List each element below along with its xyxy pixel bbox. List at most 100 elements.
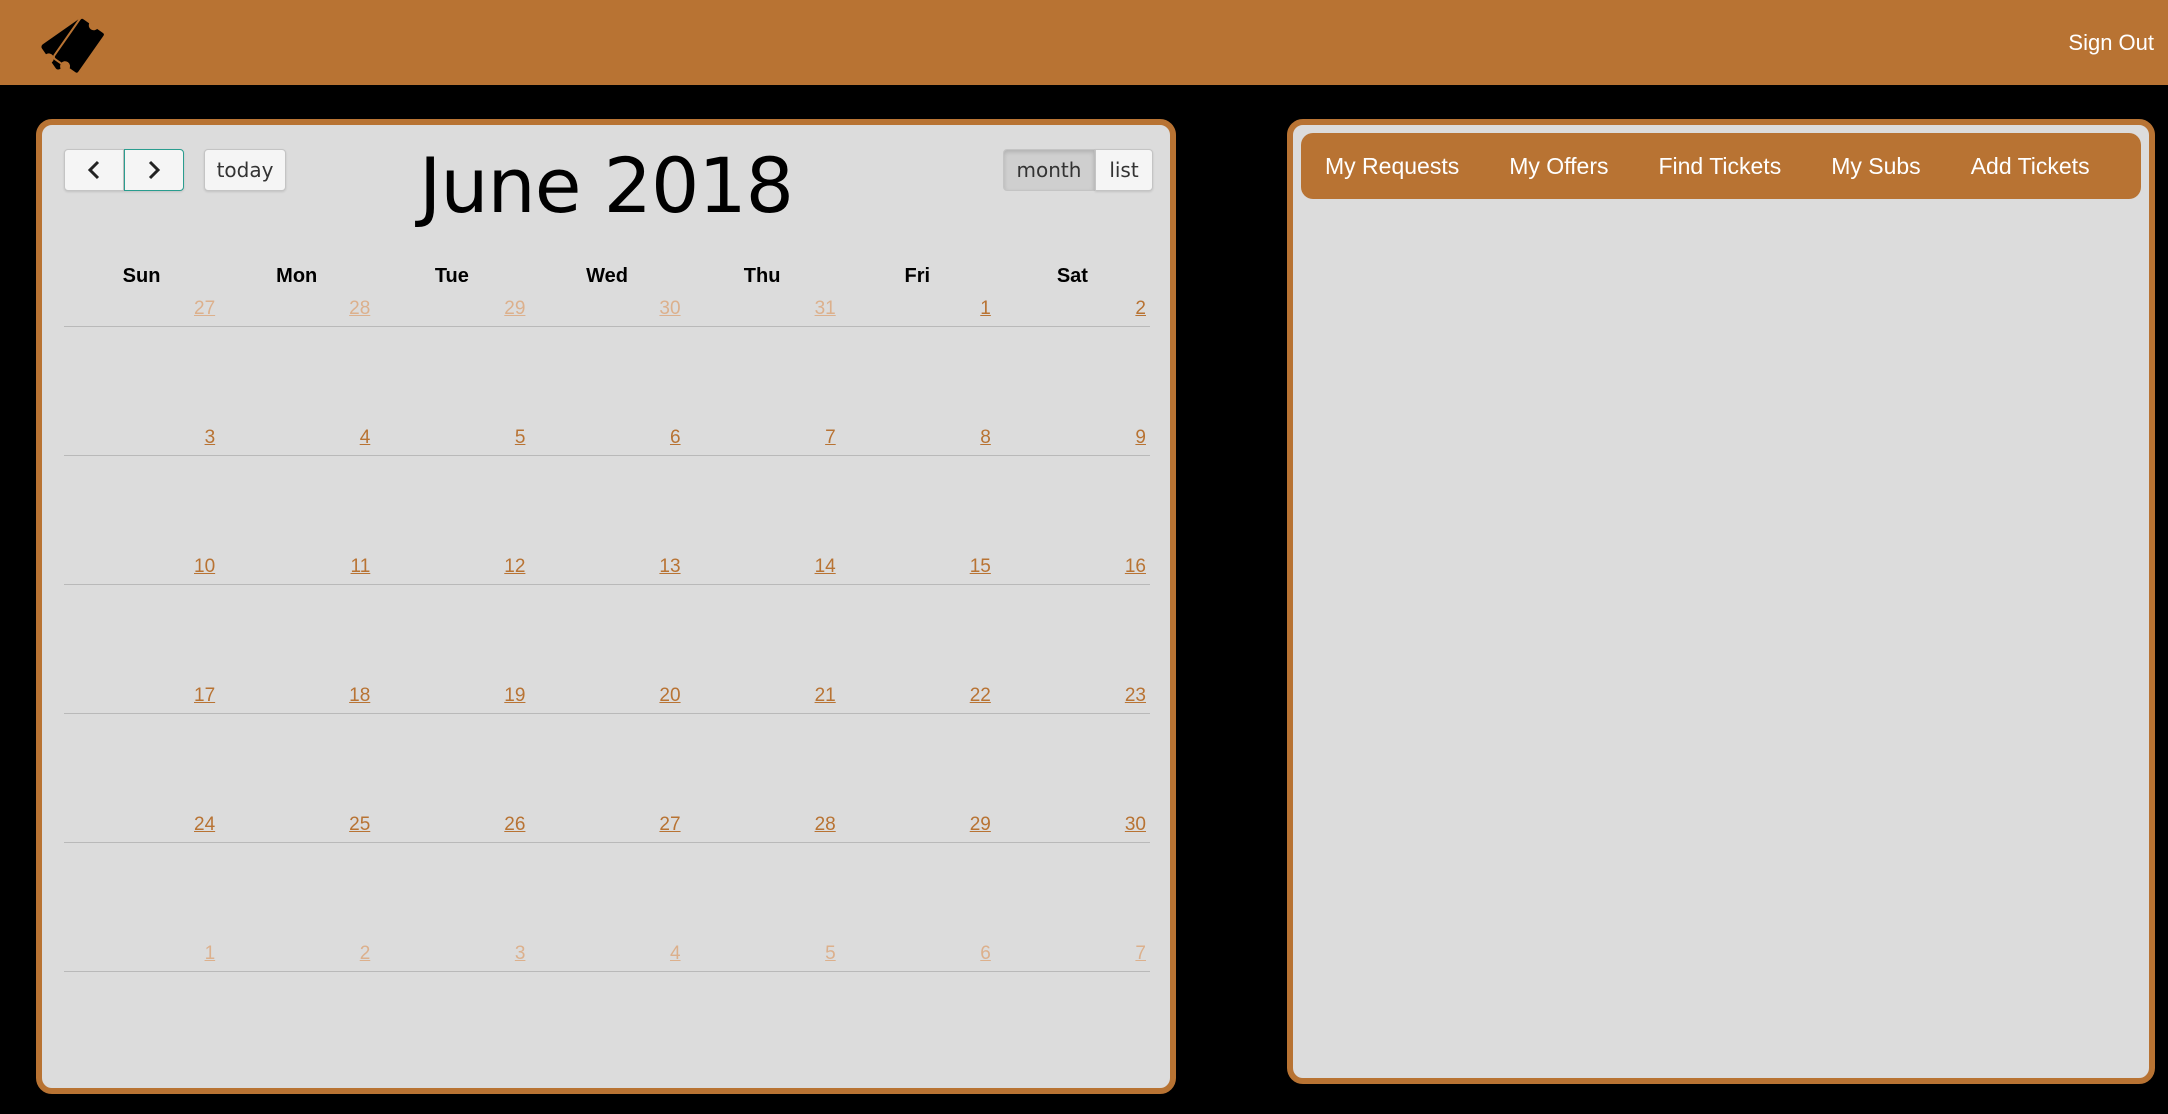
- tab-my-requests[interactable]: My Requests: [1325, 153, 1459, 180]
- calendar-day-cell[interactable]: 7: [685, 424, 840, 455]
- tab-my-offers[interactable]: My Offers: [1509, 153, 1608, 180]
- calendar-title: June 2018: [418, 141, 794, 230]
- day-number-link[interactable]: 28: [349, 298, 370, 319]
- day-number-link[interactable]: 29: [970, 814, 991, 835]
- calendar-day-cell[interactable]: 28: [685, 811, 840, 842]
- tab-add-tickets[interactable]: Add Tickets: [1971, 153, 2090, 180]
- day-number-link[interactable]: 5: [825, 943, 836, 964]
- calendar-day-cell[interactable]: 17: [64, 682, 219, 713]
- calendar-day-cell[interactable]: 3: [374, 940, 529, 971]
- calendar-day-cell[interactable]: 29: [374, 295, 529, 326]
- day-number-link[interactable]: 28: [815, 814, 836, 835]
- calendar-day-cell[interactable]: 24: [64, 811, 219, 842]
- day-number-link[interactable]: 30: [659, 298, 680, 319]
- day-number-link[interactable]: 22: [970, 685, 991, 706]
- day-number-link[interactable]: 25: [349, 814, 370, 835]
- day-number-link[interactable]: 26: [504, 814, 525, 835]
- calendar-day-cell[interactable]: 4: [529, 940, 684, 971]
- calendar-day-cell[interactable]: 2: [995, 295, 1150, 326]
- day-number-link[interactable]: 29: [504, 298, 525, 319]
- tab-my-subs[interactable]: My Subs: [1831, 153, 1920, 180]
- day-number-link[interactable]: 1: [205, 943, 216, 964]
- calendar-day-cell[interactable]: 14: [685, 553, 840, 584]
- calendar-day-cell[interactable]: 20: [529, 682, 684, 713]
- day-number-link[interactable]: 30: [1125, 814, 1146, 835]
- day-number-link[interactable]: 7: [1135, 943, 1146, 964]
- calendar-day-cell[interactable]: 29: [840, 811, 995, 842]
- calendar-day-cell[interactable]: 8: [840, 424, 995, 455]
- day-number-link[interactable]: 3: [205, 427, 216, 448]
- calendar-day-cell[interactable]: 27: [529, 811, 684, 842]
- day-number-link[interactable]: 9: [1135, 427, 1146, 448]
- day-number-link[interactable]: 7: [825, 427, 836, 448]
- day-number-link[interactable]: 27: [659, 814, 680, 835]
- day-number-link[interactable]: 3: [515, 943, 526, 964]
- calendar-day-cell[interactable]: 5: [685, 940, 840, 971]
- tickets-icon[interactable]: [34, 6, 114, 78]
- calendar-day-cell[interactable]: 4: [219, 424, 374, 455]
- calendar-day-cell[interactable]: 23: [995, 682, 1150, 713]
- calendar-day-cell[interactable]: 6: [840, 940, 995, 971]
- day-number-link[interactable]: 20: [659, 685, 680, 706]
- day-number-link[interactable]: 6: [980, 943, 991, 964]
- day-number-link[interactable]: 12: [504, 556, 525, 577]
- day-number-link[interactable]: 24: [194, 814, 215, 835]
- calendar-day-cell[interactable]: 15: [840, 553, 995, 584]
- calendar-day-cell[interactable]: 27: [64, 295, 219, 326]
- day-number-link[interactable]: 15: [970, 556, 991, 577]
- calendar-day-cell[interactable]: 25: [219, 811, 374, 842]
- calendar-grid: 27 28 29 30 31 1 2 3 4 5 6 7 8 9 10 11 12 13 14 15 16 17 18 19 2…: [64, 295, 1150, 1069]
- tab-find-tickets[interactable]: Find Tickets: [1658, 153, 1781, 180]
- calendar-day-cell[interactable]: 21: [685, 682, 840, 713]
- day-number-link[interactable]: 16: [1125, 556, 1146, 577]
- day-number-link[interactable]: 4: [360, 427, 371, 448]
- calendar-day-cell[interactable]: 31: [685, 295, 840, 326]
- calendar-day-cell[interactable]: 11: [219, 553, 374, 584]
- day-number-link[interactable]: 4: [670, 943, 681, 964]
- day-number-link[interactable]: 27: [194, 298, 215, 319]
- calendar-day-cell[interactable]: 2: [219, 940, 374, 971]
- day-number-link[interactable]: 31: [815, 298, 836, 319]
- month-view-button[interactable]: month: [1003, 149, 1095, 191]
- day-number-link[interactable]: 21: [815, 685, 836, 706]
- day-number-link[interactable]: 19: [504, 685, 525, 706]
- calendar-day-cell[interactable]: 10: [64, 553, 219, 584]
- calendar-day-cell[interactable]: 7: [995, 940, 1150, 971]
- day-number-link[interactable]: 6: [670, 427, 681, 448]
- weekday-label: Mon: [276, 265, 318, 287]
- calendar-day-cell[interactable]: 12: [374, 553, 529, 584]
- calendar-day-cell[interactable]: 3: [64, 424, 219, 455]
- day-number-link[interactable]: 2: [360, 943, 371, 964]
- day-number-link[interactable]: 13: [659, 556, 680, 577]
- day-number-link[interactable]: 1: [980, 298, 991, 319]
- day-number-link[interactable]: 23: [1125, 685, 1146, 706]
- day-number-link[interactable]: 10: [194, 556, 215, 577]
- calendar-day-cell[interactable]: 30: [529, 295, 684, 326]
- calendar-day-cell[interactable]: 28: [219, 295, 374, 326]
- calendar-day-cell[interactable]: 26: [374, 811, 529, 842]
- calendar-day-cell[interactable]: 19: [374, 682, 529, 713]
- calendar-day-cell[interactable]: 1: [64, 940, 219, 971]
- calendar-day-cell[interactable]: 18: [219, 682, 374, 713]
- sign-out-link[interactable]: Sign Out: [2068, 30, 2154, 56]
- day-number-link[interactable]: 11: [351, 556, 371, 577]
- weekday-header: Sun Mon Tue Wed Thu Fri Sat: [64, 265, 1150, 288]
- calendar-day-cell[interactable]: 5: [374, 424, 529, 455]
- day-number-link[interactable]: 18: [349, 685, 370, 706]
- week-divider: [64, 842, 1150, 843]
- day-number-link[interactable]: 14: [815, 556, 836, 577]
- day-number-link[interactable]: 17: [194, 685, 215, 706]
- calendar-day-cell[interactable]: 6: [529, 424, 684, 455]
- list-view-button[interactable]: list: [1095, 149, 1153, 191]
- day-number-link[interactable]: 5: [515, 427, 526, 448]
- day-number-link[interactable]: 2: [1135, 298, 1146, 319]
- calendar-day-cell[interactable]: 30: [995, 811, 1150, 842]
- day-number-link[interactable]: 8: [980, 427, 991, 448]
- week-divider: [64, 455, 1150, 456]
- calendar-day-cell[interactable]: 16: [995, 553, 1150, 584]
- calendar-day-cell[interactable]: 1: [840, 295, 995, 326]
- calendar-day-cell[interactable]: 22: [840, 682, 995, 713]
- calendar-day-cell[interactable]: 9: [995, 424, 1150, 455]
- calendar-day-cell[interactable]: 13: [529, 553, 684, 584]
- top-navbar: Sign Out: [0, 0, 2168, 85]
